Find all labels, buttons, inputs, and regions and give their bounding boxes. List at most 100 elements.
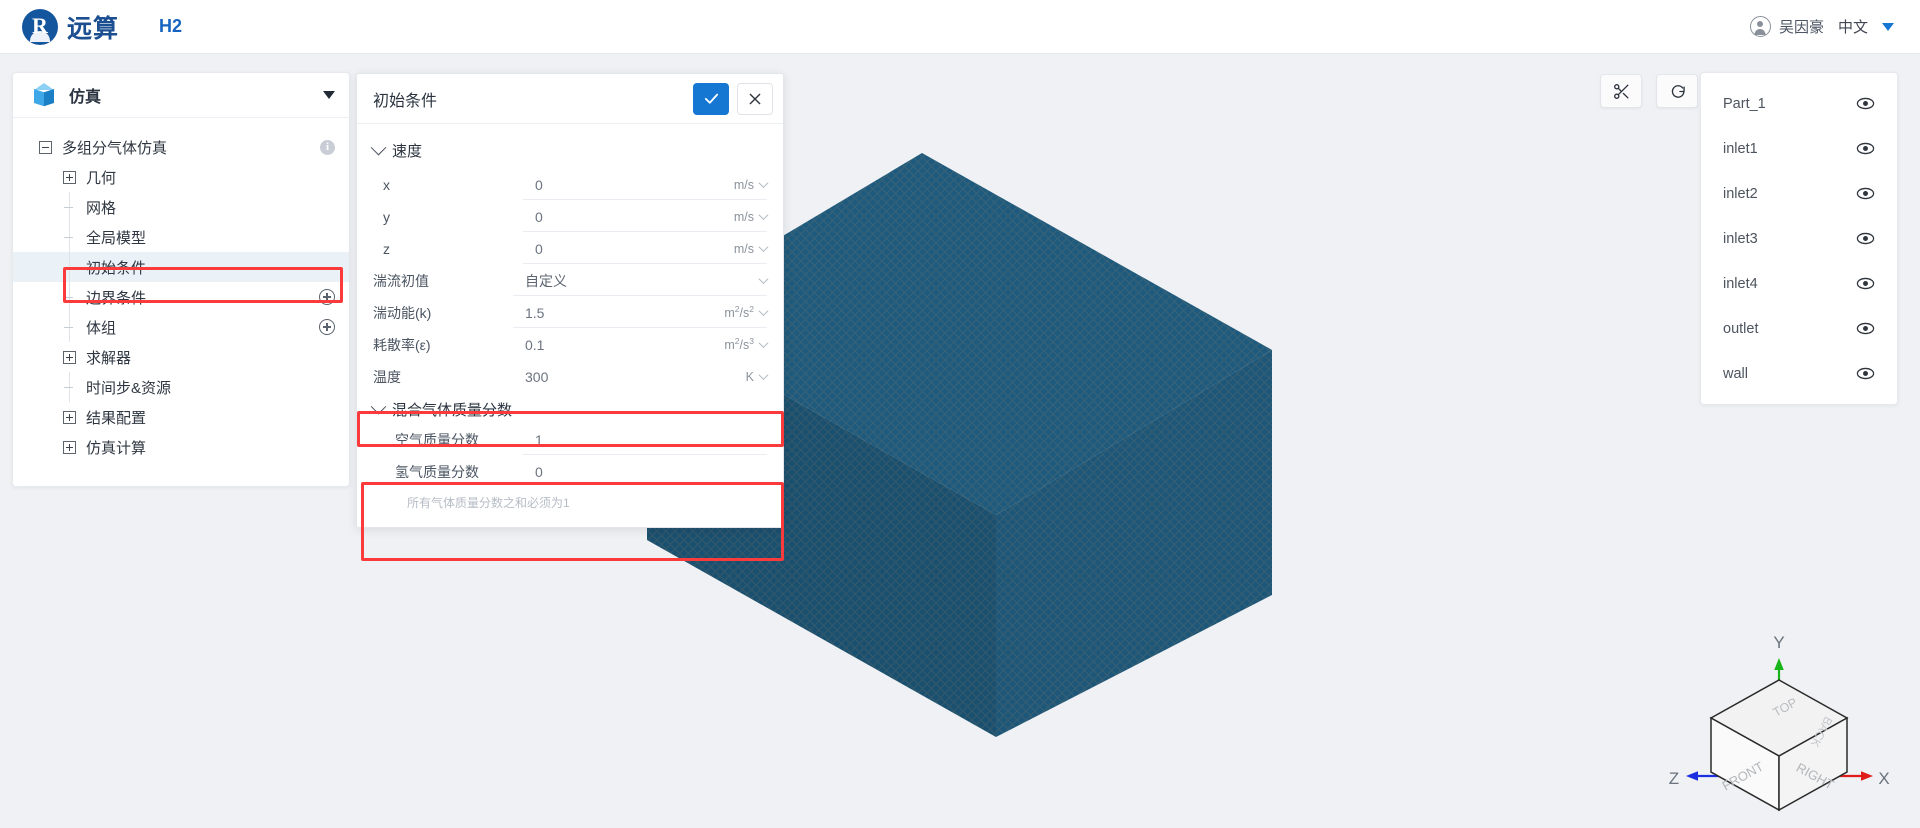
logo-glyph: R — [32, 12, 48, 38]
velocity-x-unit-select[interactable]: m/s — [701, 170, 769, 200]
expand-toggle-icon[interactable] — [63, 440, 76, 454]
simulation-cube-icon — [31, 82, 57, 108]
field-label: 空气质量分数 — [395, 432, 479, 448]
language-label[interactable]: 中文 — [1838, 16, 1868, 37]
sidebar-item-boundary-conditions[interactable]: 边界条件 — [13, 282, 349, 312]
clip-scissors-icon[interactable] — [1600, 74, 1642, 108]
visibility-eye-icon[interactable] — [1856, 97, 1875, 110]
mixture-helper-text: 所有气体质量分数之和必须为1 — [407, 496, 570, 510]
orientation-cube[interactable]: Y X Z TOP BACK FRONT RIGHT — [1660, 618, 1890, 818]
expand-toggle-icon[interactable] — [63, 350, 76, 364]
velocity-y-input[interactable]: 0 — [523, 202, 701, 232]
tree-header[interactable]: 仿真 — [13, 73, 349, 118]
velocity-y-unit-select[interactable]: m/s — [701, 202, 769, 232]
visibility-eye-icon[interactable] — [1856, 187, 1875, 200]
part-row[interactable]: outlet — [1701, 306, 1897, 351]
chevron-down-icon[interactable] — [323, 91, 335, 99]
tree-branch-icon — [63, 231, 76, 244]
visibility-eye-icon[interactable] — [1856, 277, 1875, 290]
sidebar-item-simulation-run[interactable]: 仿真计算 — [13, 432, 349, 462]
part-name: inlet1 — [1723, 140, 1758, 157]
axis-label-z: Z — [1669, 769, 1679, 788]
sidebar-item-volume-group[interactable]: 体组 — [13, 312, 349, 342]
tree-item-label: 几何 — [86, 169, 117, 187]
velocity-z-unit-select[interactable]: m/s — [701, 234, 769, 264]
temperature-input[interactable]: 300 — [513, 362, 701, 392]
field-label: 温度 — [373, 369, 401, 385]
turbulence-preset-select[interactable]: 自定义 — [513, 266, 769, 296]
add-boundary-condition-icon[interactable] — [319, 289, 335, 305]
part-row[interactable]: inlet1 — [1701, 126, 1897, 171]
hydrogen-mass-fraction-input[interactable]: 0 — [523, 457, 767, 487]
dialog-body: 速度 x 0 m/s y 0 m/s z 0 m/s 湍流初值 自定义 湍动能(… — [357, 124, 783, 527]
tree-body: 多组分气体仿真 i 几何 网格 全局模型 初始条件 边界条件 体组 求解器 时间… — [13, 118, 349, 486]
confirm-button[interactable] — [693, 82, 729, 115]
unit-label: m2/s3 — [724, 336, 754, 353]
part-row[interactable]: wall — [1701, 351, 1897, 396]
expand-toggle-icon[interactable] — [63, 410, 76, 424]
air-mass-fraction-input[interactable]: 1 — [523, 425, 767, 455]
simulation-tree-panel: 仿真 多组分气体仿真 i 几何 网格 全局模型 初始条件 边界条件 体组 求解器… — [12, 72, 350, 487]
top-bar: R 远算 H2 吴因豪 中文 — [0, 0, 1920, 54]
tree-branch-icon — [63, 321, 76, 334]
field-label: 氢气质量分数 — [395, 464, 479, 480]
part-row[interactable]: inlet2 — [1701, 171, 1897, 216]
chevron-down-icon — [758, 274, 769, 285]
sidebar-item-global-model[interactable]: 全局模型 — [13, 222, 349, 252]
visibility-eye-icon[interactable] — [1856, 367, 1875, 380]
sidebar-item-mesh[interactable]: 网格 — [13, 192, 349, 222]
turbulence-k-unit-select[interactable]: m2/s2 — [701, 298, 769, 328]
chevron-down-icon[interactable] — [1882, 22, 1894, 31]
chevron-down-icon — [370, 139, 387, 156]
velocity-x-input[interactable]: 0 — [523, 170, 701, 200]
tree-item-label: 仿真计算 — [86, 439, 147, 457]
tree-item-label: 求解器 — [86, 349, 132, 367]
tree-item-label: 全局模型 — [86, 229, 147, 247]
part-row[interactable]: inlet4 — [1701, 261, 1897, 306]
axis-label-x: X — [1878, 769, 1889, 788]
sidebar-item-geometry[interactable]: 几何 — [13, 162, 349, 192]
avatar-icon — [1749, 16, 1771, 37]
expand-toggle-icon[interactable] — [63, 170, 76, 184]
velocity-z-input[interactable]: 0 — [523, 234, 701, 264]
unit-label: m2/s2 — [724, 304, 754, 321]
part-name: outlet — [1723, 320, 1759, 337]
chevron-down-icon — [758, 338, 769, 349]
visibility-eye-icon[interactable] — [1856, 142, 1875, 155]
section-mixture-header[interactable]: 混合气体质量分数 — [357, 393, 783, 424]
selected-value: 自定义 — [525, 272, 567, 289]
temperature-unit-select[interactable]: K — [701, 362, 769, 392]
info-icon[interactable]: i — [320, 139, 335, 155]
dialog-row-turbulence-preset: 湍流初值 自定义 — [357, 265, 783, 297]
turbulence-epsilon-input[interactable]: 0.1 — [513, 330, 701, 360]
part-row[interactable]: inlet3 — [1701, 216, 1897, 261]
part-name: inlet4 — [1723, 275, 1758, 292]
sidebar-item-initial-conditions[interactable]: 初始条件 — [13, 252, 349, 282]
unit-label: m/s — [733, 241, 754, 256]
reset-view-icon[interactable] — [1656, 74, 1698, 108]
section-velocity-header[interactable]: 速度 — [357, 130, 783, 169]
collapse-toggle-icon[interactable] — [39, 140, 52, 154]
turbulence-epsilon-unit-select[interactable]: m2/s3 — [701, 330, 769, 360]
part-row[interactable]: Part_1 — [1701, 81, 1897, 126]
brand-name: 远算 — [67, 14, 120, 43]
field-label: x — [383, 177, 390, 193]
visibility-eye-icon[interactable] — [1856, 232, 1875, 245]
part-name: inlet3 — [1723, 230, 1758, 247]
chevron-down-icon — [758, 178, 769, 189]
brand[interactable]: R 远算 — [22, 8, 120, 45]
sidebar-item-timestep-resources[interactable]: 时间步&资源 — [13, 372, 349, 402]
initial-conditions-dialog: 初始条件 速度 x 0 m/s y 0 m/s z 0 m/s 湍流初值 自定义… — [356, 73, 784, 528]
cancel-button[interactable] — [737, 82, 773, 115]
field-label: 湍流初值 — [373, 273, 429, 289]
sidebar-item-multicomponent-gas[interactable]: 多组分气体仿真 i — [13, 132, 349, 162]
user-menu[interactable]: 吴因豪 — [1749, 16, 1824, 37]
tree-branch-icon — [63, 291, 76, 304]
field-label: 耗散率(ε) — [373, 337, 431, 353]
sidebar-item-result-config[interactable]: 结果配置 — [13, 402, 349, 432]
visibility-eye-icon[interactable] — [1856, 322, 1875, 335]
dialog-row-velocity-y: y 0 m/s — [357, 201, 783, 233]
add-volume-group-icon[interactable] — [319, 319, 335, 335]
sidebar-item-solver[interactable]: 求解器 — [13, 342, 349, 372]
turbulence-k-input[interactable]: 1.5 — [513, 298, 701, 328]
